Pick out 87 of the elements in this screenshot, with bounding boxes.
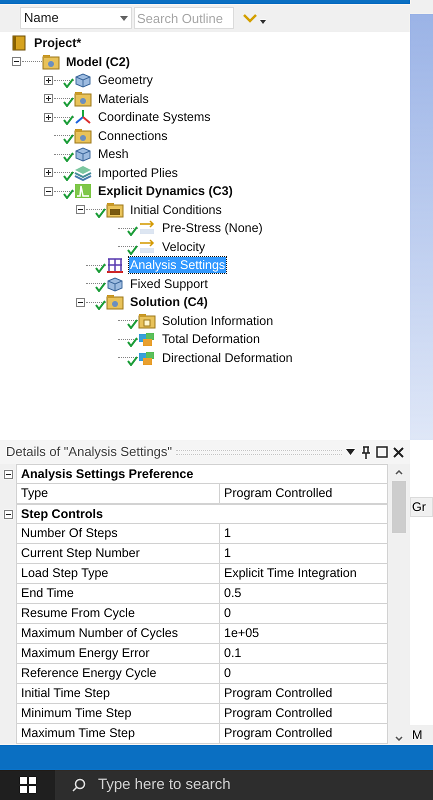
property-value[interactable]: 1 [220, 544, 388, 564]
tree-item[interactable]: Connections [97, 128, 168, 144]
collapse-toggle[interactable] [4, 470, 12, 478]
expand-toggle[interactable] [44, 112, 52, 122]
grid-icon [106, 257, 124, 274]
tree-item[interactable]: Total Deformation [161, 331, 261, 348]
expand-toggle[interactable] [44, 168, 52, 178]
property-value[interactable]: Explicit Time Integration [220, 564, 388, 584]
property-value[interactable]: 0.5 [220, 584, 388, 604]
group-header: Analysis Settings Preference [16, 464, 388, 484]
expand-toggle[interactable] [44, 76, 52, 85]
group-header: Step Controls [16, 504, 388, 524]
tree-item[interactable]: Explicit Dynamics (C3) [97, 183, 234, 200]
cube-icon [106, 276, 124, 292]
property-value[interactable]: 0 [220, 664, 388, 684]
property-name: Number Of Steps [16, 524, 220, 544]
panel-title: Details of "Analysis Settings" [6, 443, 172, 462]
side-label: M [410, 725, 433, 745]
caret-icon [120, 16, 128, 20]
close-icon[interactable] [393, 446, 404, 458]
folder-icon [74, 128, 92, 144]
sort-dropdown[interactable]: Name [20, 7, 132, 29]
property-name: Type [16, 484, 220, 504]
tree-item[interactable]: Solution (C4) [129, 294, 209, 310]
cube-icon [74, 72, 92, 88]
property-value[interactable]: 1e+05 [220, 624, 388, 644]
tree-item[interactable]: Imported Plies [97, 164, 179, 181]
scrollbar-thumb[interactable] [392, 481, 406, 533]
expand-toggle[interactable] [12, 57, 20, 66]
tree-item[interactable]: Velocity [161, 238, 206, 255]
tree-item[interactable]: Fixed Support [129, 276, 209, 292]
property-name: Minimum Time Step [16, 704, 220, 724]
tree-item[interactable]: Model (C2) [65, 54, 131, 70]
property-name: Maximum Time Step [16, 724, 220, 744]
tree-item[interactable]: Mesh [97, 146, 130, 162]
side-tab[interactable]: Gr [410, 497, 433, 517]
property-value[interactable]: Program Controlled [220, 684, 388, 704]
search-input[interactable]: Type here to search [98, 774, 348, 796]
expand-toggle[interactable] [76, 298, 84, 307]
property-value[interactable]: Program Controlled [220, 484, 388, 504]
chart-icon [74, 183, 92, 200]
arrow-icon [138, 220, 156, 236]
cube-icon [74, 146, 92, 162]
tree-item[interactable]: Project* [33, 35, 82, 52]
layers-icon [74, 164, 92, 181]
property-value[interactable]: 0 [220, 604, 388, 624]
tree-item[interactable]: Pre-Stress (None) [161, 220, 264, 236]
axes-icon [74, 109, 92, 126]
caret-icon[interactable] [260, 20, 266, 24]
maximize-icon[interactable] [376, 446, 388, 458]
pin-icon[interactable] [361, 446, 371, 458]
property-value[interactable]: Program Controlled [220, 724, 388, 744]
expand-toggle[interactable] [44, 94, 52, 104]
property-value[interactable]: 1 [220, 524, 388, 544]
caret-icon[interactable] [346, 449, 355, 455]
folder-icon [106, 294, 124, 310]
property-name: Maximum Number of Cycles [16, 624, 220, 644]
expand-toggle[interactable] [44, 186, 52, 196]
property-name: Resume From Cycle [16, 604, 220, 624]
taskbar-search-field[interactable]: Type here to search [55, 770, 433, 800]
tree-item[interactable]: Materials [97, 90, 150, 107]
expand-toggle[interactable] [76, 205, 84, 214]
tree-item[interactable]: Geometry [97, 72, 154, 88]
property-name: Load Step Type [16, 564, 220, 584]
folder-icon [138, 312, 156, 329]
property-name: Reference Energy Cycle [16, 664, 220, 684]
folder-icon [74, 90, 92, 107]
arrow-icon [138, 238, 156, 255]
windows-icon[interactable] [20, 777, 36, 793]
search-field[interactable]: Search Outline [134, 7, 234, 29]
property-name: Maximum Energy Error [16, 644, 220, 664]
property-name: End Time [16, 584, 220, 604]
cubes-icon [138, 350, 156, 366]
property-value[interactable]: Program Controlled [220, 704, 388, 724]
tree-item[interactable]: Initial Conditions [129, 202, 223, 218]
tree-item[interactable]: Directional Deformation [161, 350, 294, 366]
search-icon [72, 778, 86, 792]
tree-item[interactable]: Solution Information [161, 312, 274, 329]
property-name: Initial Time Step [16, 684, 220, 704]
folder-icon [106, 202, 124, 218]
property-value[interactable]: 0.1 [220, 644, 388, 664]
property-name: Current Step Number [16, 544, 220, 564]
folder-icon [42, 54, 60, 70]
book-icon [10, 35, 28, 52]
cubes-icon [138, 331, 156, 348]
tree-item[interactable]: Coordinate Systems [97, 109, 212, 126]
collapse-toggle[interactable] [4, 510, 12, 518]
